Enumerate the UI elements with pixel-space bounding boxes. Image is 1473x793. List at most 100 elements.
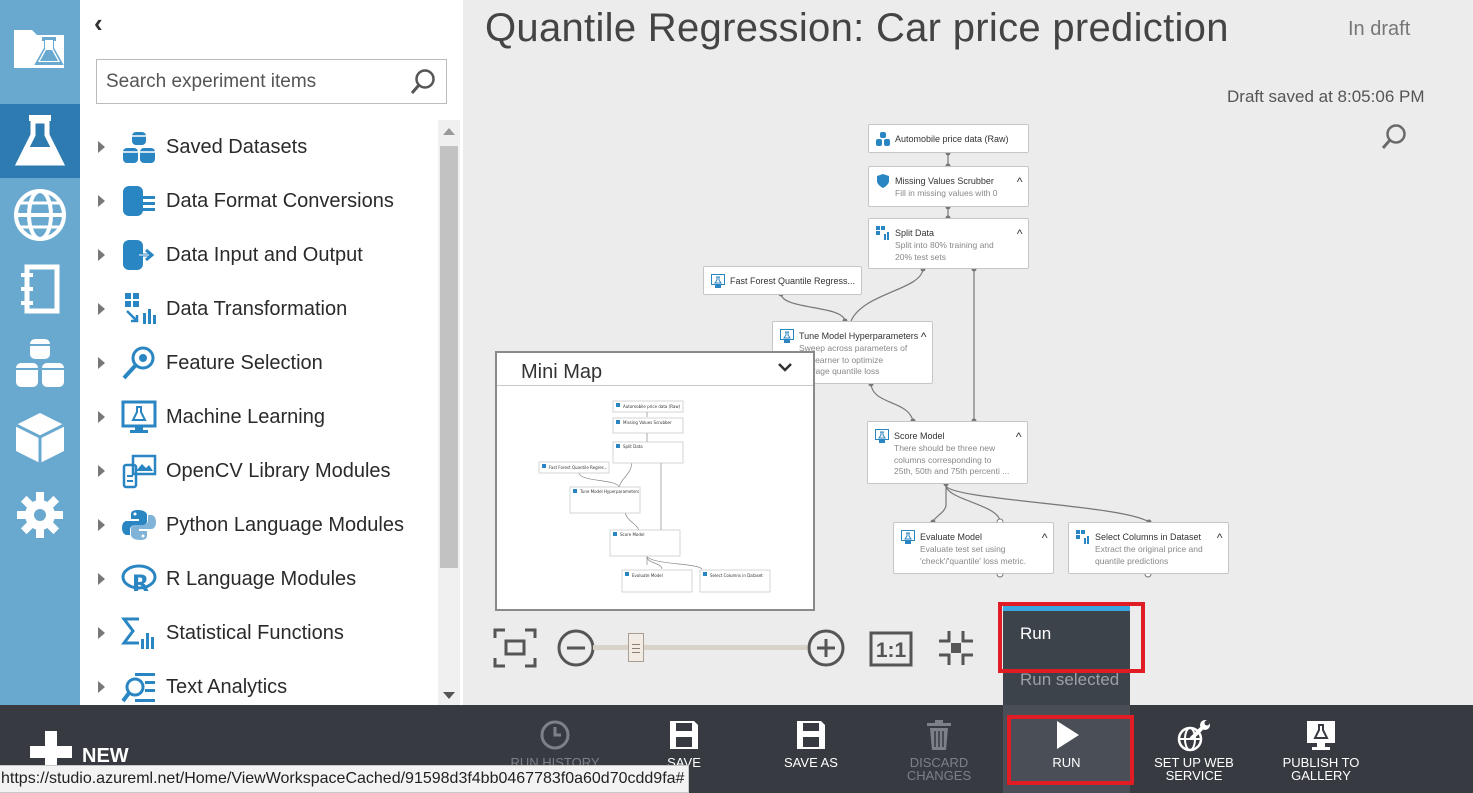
fit-to-screen-icon[interactable] xyxy=(493,628,537,673)
collapse-palette-button[interactable]: ‹ xyxy=(94,10,103,36)
mini-map-panel[interactable]: Mini Map Automobile price data (Raw) Mis… xyxy=(495,351,815,611)
category-data-format-conversions[interactable]: Data Format Conversions xyxy=(80,174,436,228)
wrench-globe-icon xyxy=(1177,719,1211,758)
publish-to-gallery-button[interactable]: PUBLISH TO GALLERY xyxy=(1278,705,1364,793)
expand-arrow-icon[interactable] xyxy=(98,681,105,693)
python-icon xyxy=(119,505,159,545)
node-title: Tune Model Hyperparameters xyxy=(799,331,919,341)
category-label: OpenCV Library Modules xyxy=(166,459,391,482)
category-machine-learning[interactable]: Machine Learning xyxy=(80,390,436,444)
web-services-icon[interactable] xyxy=(0,178,80,252)
clock-icon xyxy=(539,719,571,756)
dataset-icon xyxy=(876,132,890,148)
scrollbar-thumb[interactable] xyxy=(440,146,458,568)
expand-arrow-icon[interactable] xyxy=(98,627,105,639)
settings-icon[interactable] xyxy=(0,478,80,552)
category-opencv-library[interactable]: OpenCV Library Modules xyxy=(80,444,436,498)
node-description: Evaluate test set using 'check'/'quantil… xyxy=(920,544,1027,566)
collapse-chevron-icon[interactable]: ˄ xyxy=(1016,175,1023,185)
category-data-transformation[interactable]: Data Transformation xyxy=(80,282,436,336)
run-button[interactable]: RUN xyxy=(1003,705,1130,793)
experiments-icon[interactable] xyxy=(0,104,80,178)
left-nav-rail xyxy=(0,0,80,705)
expand-arrow-icon[interactable] xyxy=(98,303,105,315)
set-up-web-service-label: SET UP WEB SERVICE xyxy=(1154,755,1234,783)
zoom-out-icon[interactable] xyxy=(556,628,596,673)
zoom-slider-track[interactable] xyxy=(593,645,807,650)
statistical-icon xyxy=(119,613,159,653)
collapse-chevron-icon[interactable]: ˄ xyxy=(1216,531,1223,541)
category-text-analytics[interactable]: Text Analytics xyxy=(80,660,436,705)
datasets-icon[interactable] xyxy=(0,326,80,400)
feature-selection-icon xyxy=(119,343,159,383)
module-select-columns-in-dataset[interactable]: Select Columns in Dataset Extract the or… xyxy=(1068,522,1229,574)
palette-search-box xyxy=(96,59,447,104)
expand-arrow-icon[interactable] xyxy=(98,141,105,153)
node-title: Split Data xyxy=(895,228,935,238)
scroll-up-arrow-icon[interactable] xyxy=(443,128,455,135)
opencv-icon xyxy=(119,451,159,491)
mini-map-viewport[interactable]: Automobile price data (Raw) Missing Valu… xyxy=(497,387,813,609)
experiment-canvas[interactable]: Quantile Regression: Car price predictio… xyxy=(463,0,1473,705)
notebooks-icon[interactable] xyxy=(0,252,80,326)
model-icon xyxy=(875,429,889,445)
publish-to-gallery-label: PUBLISH TO GALLERY xyxy=(1282,755,1360,783)
palette-scrollbar[interactable] xyxy=(438,120,460,705)
module-split-data[interactable]: Split Data Split into 80% training and 2… xyxy=(868,218,1029,269)
save-icon xyxy=(668,719,700,756)
collapse-chevron-icon[interactable]: ˄ xyxy=(920,330,927,340)
module-missing-values-scrubber[interactable]: Missing Values Scrubber Fill in missing … xyxy=(868,166,1029,207)
play-icon xyxy=(1053,719,1081,756)
zoom-in-icon[interactable] xyxy=(806,628,846,673)
split-icon xyxy=(1076,530,1090,546)
module-category-tree: Saved Datasets Data Format Conversions D… xyxy=(80,120,436,705)
module-palette: ‹ Saved Datasets Data Format Conversions xyxy=(80,0,463,705)
module-automobile-price-data[interactable]: Automobile price data (Raw) xyxy=(868,124,1029,153)
collapse-chevron-icon[interactable]: ˄ xyxy=(1015,430,1022,440)
menu-item-run-selected[interactable]: Run selected xyxy=(1003,657,1130,703)
save-as-icon xyxy=(795,719,827,756)
category-label: Data Input and Output xyxy=(166,243,363,266)
trained-models-icon[interactable] xyxy=(0,400,80,474)
mini-map-title: Mini Map xyxy=(521,361,603,383)
menu-item-run[interactable]: Run xyxy=(1003,611,1130,657)
zoom-slider-thumb[interactable] xyxy=(627,633,644,662)
discard-changes-button[interactable]: DISCARD CHANGES xyxy=(876,705,1002,793)
module-evaluate-model[interactable]: Evaluate Model Evaluate test set using '… xyxy=(893,522,1054,574)
category-statistical-functions[interactable]: Statistical Functions xyxy=(80,606,436,660)
save-as-button[interactable]: SAVE AS xyxy=(770,705,852,793)
expand-arrow-icon[interactable] xyxy=(98,357,105,369)
node-title: Score Model xyxy=(894,431,945,441)
svg-text:R: R xyxy=(132,572,149,597)
scroll-down-arrow-icon[interactable] xyxy=(443,692,455,699)
center-view-icon[interactable] xyxy=(937,629,975,672)
projects-icon[interactable] xyxy=(0,10,80,84)
category-saved-datasets[interactable]: Saved Datasets xyxy=(80,120,436,174)
category-data-input-output[interactable]: Data Input and Output xyxy=(80,228,436,282)
search-icon[interactable] xyxy=(408,67,438,102)
svg-text:Select Columns in Dataset: Select Columns in Dataset xyxy=(710,573,763,578)
expand-arrow-icon[interactable] xyxy=(98,249,105,261)
svg-text:Fast Forest Quantile Regres...: Fast Forest Quantile Regres... xyxy=(549,465,608,470)
collapse-chevron-icon[interactable]: ˄ xyxy=(1016,227,1023,237)
set-up-web-service-button[interactable]: SET UP WEB SERVICE xyxy=(1148,705,1240,793)
save-as-label: SAVE AS xyxy=(784,755,838,770)
chevron-down-icon[interactable] xyxy=(777,359,793,380)
collapse-chevron-icon[interactable]: ˄ xyxy=(1041,531,1048,541)
category-label: Data Format Conversions xyxy=(166,189,394,212)
category-label: Text Analytics xyxy=(166,675,288,698)
category-r-language[interactable]: R R Language Modules xyxy=(80,552,436,606)
module-fast-forest-quantile-regression[interactable]: Fast Forest Quantile Regress... xyxy=(703,266,862,295)
search-input[interactable] xyxy=(97,60,397,103)
node-description: Split into 80% training and 20% test set… xyxy=(895,240,994,262)
actual-size-button[interactable]: 1:1 xyxy=(869,631,913,672)
category-feature-selection[interactable]: Feature Selection xyxy=(80,336,436,390)
expand-arrow-icon[interactable] xyxy=(98,465,105,477)
node-description: Fill in missing values with 0 xyxy=(895,188,998,198)
category-python-language[interactable]: Python Language Modules xyxy=(80,498,436,552)
expand-arrow-icon[interactable] xyxy=(98,519,105,531)
expand-arrow-icon[interactable] xyxy=(98,573,105,585)
module-score-model[interactable]: Score Model There should be three new co… xyxy=(867,421,1028,484)
expand-arrow-icon[interactable] xyxy=(98,195,105,207)
expand-arrow-icon[interactable] xyxy=(98,411,105,423)
